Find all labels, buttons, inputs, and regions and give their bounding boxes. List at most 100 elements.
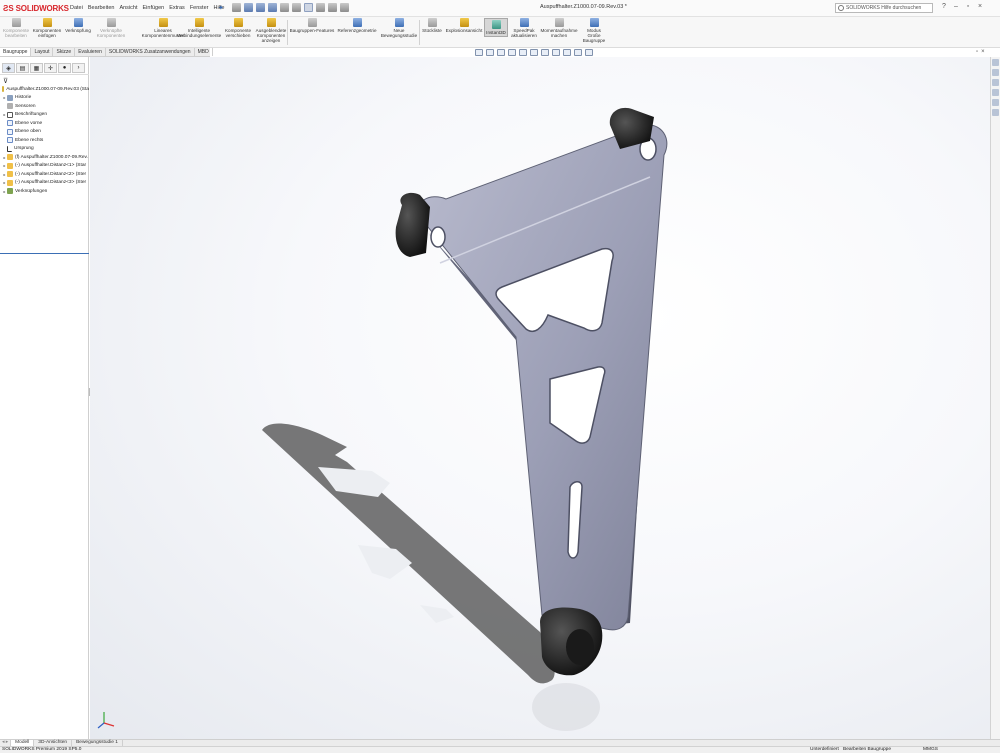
graphics-area[interactable] bbox=[90, 57, 990, 741]
assembly-features-button[interactable]: Baugruppen-Features bbox=[289, 18, 335, 33]
tab-layout[interactable]: Layout bbox=[31, 48, 54, 56]
options-icon[interactable] bbox=[340, 3, 349, 12]
menu-datei[interactable]: Datei bbox=[70, 5, 83, 11]
linked-components-button[interactable]: Verknüpfte Komponenten bbox=[94, 18, 128, 38]
tree-item[interactable]: Ebene rechts bbox=[0, 136, 89, 145]
print-icon[interactable] bbox=[280, 3, 289, 12]
rebuild-icon[interactable] bbox=[316, 3, 325, 12]
edit-component-button[interactable]: Komponente bearbeiten bbox=[2, 18, 30, 38]
configuration-manager-tab-icon[interactable]: ▦ bbox=[30, 63, 43, 73]
tab-mbd[interactable]: MBD bbox=[195, 48, 213, 56]
apply-scene-icon[interactable] bbox=[574, 49, 582, 56]
tree-item[interactable]: Sensoren bbox=[0, 102, 89, 111]
tab-addins[interactable]: SOLIDWORKS Zusatzanwendungen bbox=[106, 48, 195, 56]
bom-button[interactable]: Stückliste bbox=[421, 18, 443, 33]
tree-item[interactable]: ▸ (-) Auspuffhalter.Distanz<1> (Star bbox=[0, 162, 89, 171]
expand-tabs-icon[interactable]: › bbox=[72, 63, 85, 73]
title-bar: ƧS SOLIDWORKS Datei Bearbeiten Ansicht E… bbox=[0, 0, 1000, 17]
view-orientation-icon[interactable] bbox=[530, 49, 538, 56]
menu-bearbeiten[interactable]: Bearbeiten bbox=[88, 5, 115, 11]
sensor-icon bbox=[7, 103, 13, 110]
view-palette-tab-icon[interactable] bbox=[992, 89, 999, 96]
tree-item[interactable]: ▸ Verknüpfungen bbox=[0, 187, 89, 196]
help-search-field[interactable]: SOLIDWORKS Hilfe durchsuchen bbox=[835, 3, 933, 13]
file-explorer-tab-icon[interactable] bbox=[992, 79, 999, 86]
tree-item[interactable]: ▸ (f) Auspuffhalter.Z1000.07-09.Rev. bbox=[0, 153, 89, 162]
model-shadow bbox=[262, 423, 555, 684]
reference-geometry-icon bbox=[352, 18, 362, 27]
tree-item[interactable]: ▸ (-) Auspuffhalter.Distanz<2> (Ster bbox=[0, 170, 89, 179]
dynamic-annotation-icon[interactable] bbox=[519, 49, 527, 56]
property-manager-tab-icon[interactable]: ▤ bbox=[16, 63, 29, 73]
plane-icon bbox=[7, 128, 13, 135]
maximize-icon[interactable]: ▫ bbox=[964, 3, 972, 10]
close-icon[interactable]: × bbox=[976, 3, 984, 10]
menu-ansicht[interactable]: Ansicht bbox=[119, 5, 137, 11]
resources-tab-icon[interactable] bbox=[992, 59, 999, 66]
show-hidden-components-button[interactable]: Ausgeblendete Komponenten anzeigen bbox=[254, 18, 288, 43]
tree-item[interactable]: ▸ (-) Auspuffhalter.Distanz<3> (Ster bbox=[0, 179, 89, 188]
save-icon[interactable] bbox=[268, 3, 277, 12]
view-settings-icon[interactable] bbox=[585, 49, 593, 56]
tree-item[interactable]: Ebene vorne bbox=[0, 119, 89, 128]
speedpak-button[interactable]: SpeedPak aktualisieren bbox=[510, 18, 538, 38]
instant3d-button[interactable]: Instant3D bbox=[484, 18, 508, 37]
tree-item[interactable]: ▸ Historie bbox=[0, 94, 89, 103]
large-assembly-mode-button[interactable]: Modus Große Baugruppe bbox=[580, 18, 608, 43]
close-view-icon[interactable]: × bbox=[981, 49, 985, 55]
plane-icon bbox=[7, 120, 13, 127]
menu-extras[interactable]: Extras bbox=[169, 5, 185, 11]
solidworks-window: ƧS SOLIDWORKS Datei Bearbeiten Ansicht E… bbox=[0, 0, 1000, 753]
part-icon bbox=[7, 171, 13, 178]
tree-item[interactable]: Ursprung bbox=[0, 145, 89, 154]
dimxpert-tab-icon[interactable]: ✛ bbox=[44, 63, 57, 73]
view-triad[interactable] bbox=[95, 709, 117, 731]
help-icon[interactable]: ? bbox=[940, 3, 948, 10]
hide-show-items-icon[interactable] bbox=[552, 49, 560, 56]
undo-icon[interactable] bbox=[292, 3, 301, 12]
filter-icon[interactable]: ⊽ bbox=[3, 77, 8, 85]
insert-components-button[interactable]: Komponenten einfügen bbox=[32, 18, 62, 38]
display-style-icon[interactable] bbox=[541, 49, 549, 56]
previous-view-icon[interactable] bbox=[497, 49, 505, 56]
tree-item[interactable]: ▸ Beschriftungen bbox=[0, 111, 89, 120]
plane-icon bbox=[7, 137, 13, 144]
pin-icon[interactable]: ✦ bbox=[218, 4, 224, 12]
file-properties-icon[interactable] bbox=[328, 3, 337, 12]
open-icon[interactable] bbox=[256, 3, 265, 12]
design-library-tab-icon[interactable] bbox=[992, 69, 999, 76]
unit-system[interactable]: MMGS bbox=[923, 747, 938, 753]
appearances-tab-icon[interactable] bbox=[992, 99, 999, 106]
mate-button[interactable]: Verknüpfung bbox=[64, 18, 92, 33]
snapshot-button[interactable]: Momentaufnahme machen bbox=[540, 18, 578, 38]
minimize-icon[interactable]: – bbox=[952, 3, 960, 10]
new-motion-study-button[interactable]: Neue Bewegungsstudie bbox=[379, 18, 419, 38]
reference-geometry-button[interactable]: Referenzgeometrie bbox=[337, 18, 377, 33]
home-icon[interactable] bbox=[232, 3, 241, 12]
solidworks-logo[interactable]: ƧS SOLIDWORKS bbox=[3, 2, 69, 15]
feature-tree-tab-icon[interactable]: ◈ bbox=[2, 63, 15, 73]
section-view-icon[interactable] bbox=[508, 49, 516, 56]
move-component-icon bbox=[233, 18, 243, 27]
move-component-button[interactable]: Komponente verschieben bbox=[221, 18, 255, 38]
restore-view-icon[interactable]: ▫ bbox=[976, 49, 978, 55]
tab-baugruppe[interactable]: Baugruppe bbox=[0, 48, 32, 56]
tree-item[interactable]: Ebene oben bbox=[0, 128, 89, 137]
tab-skizze[interactable]: Skizze bbox=[53, 48, 76, 56]
zoom-area-icon[interactable] bbox=[486, 49, 494, 56]
tree-item-label: Historie bbox=[15, 95, 32, 101]
display-manager-tab-icon[interactable]: ● bbox=[58, 63, 71, 73]
tab-evaluieren[interactable]: Evaluieren bbox=[75, 48, 106, 56]
part-icon bbox=[7, 162, 13, 169]
edit-appearance-icon[interactable] bbox=[563, 49, 571, 56]
new-document-icon[interactable] bbox=[244, 3, 253, 12]
select-icon[interactable] bbox=[304, 3, 313, 12]
menu-fenster[interactable]: Fenster bbox=[190, 5, 209, 11]
custom-properties-tab-icon[interactable] bbox=[992, 109, 999, 116]
exploded-view-button[interactable]: Explosionsansicht bbox=[445, 18, 483, 33]
tree-item[interactable]: Auspuffhalter.Z1000.07-09.Rev.03 (Sta bbox=[0, 85, 89, 94]
menu-einfuegen[interactable]: Einfügen bbox=[143, 5, 165, 11]
smart-fasteners-button[interactable]: Intelligente Verbindungselemente bbox=[176, 18, 222, 38]
bracket-model[interactable] bbox=[90, 57, 990, 741]
zoom-to-fit-icon[interactable] bbox=[475, 49, 483, 56]
